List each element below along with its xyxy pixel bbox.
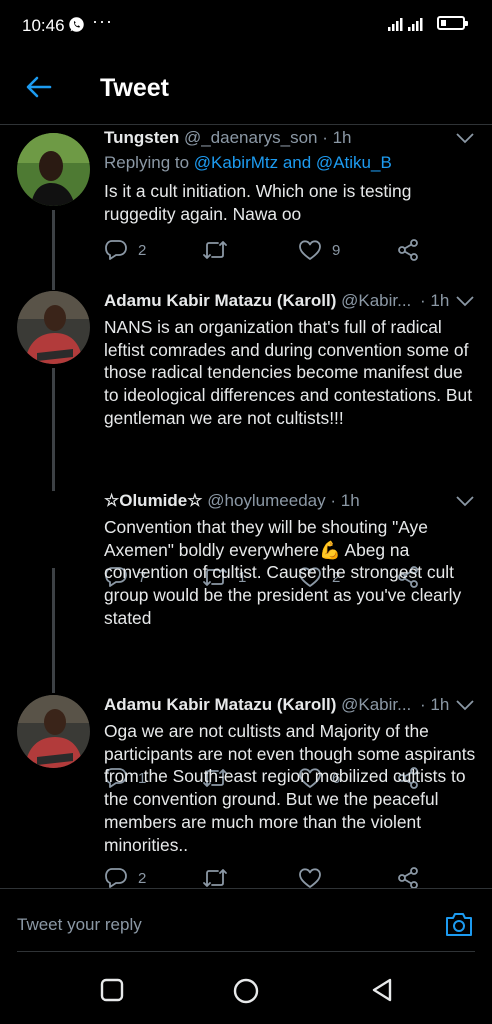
tweet-text: Oga we are not cultists and Majority of … — [104, 721, 476, 855]
reply-icon — [105, 868, 127, 888]
tweet-text: NANS is an organization that's full of r… — [104, 317, 473, 428]
back-arrow-icon[interactable] — [26, 76, 52, 98]
chevron-down-icon[interactable] — [456, 295, 474, 307]
retweet-icon — [203, 869, 227, 887]
avatar[interactable] — [17, 291, 90, 364]
status-bar: 10:46 ··· — [0, 0, 492, 52]
retweet-icon — [203, 241, 227, 259]
replying-to-users[interactable]: @KabirMtz and @Atiku_B — [194, 153, 392, 172]
divider — [17, 951, 475, 952]
thread-line — [52, 568, 55, 693]
avatar[interactable] — [17, 491, 90, 564]
like-button[interactable]: 9 — [298, 238, 340, 262]
avatar[interactable] — [17, 133, 90, 206]
tweet-text: Convention that they will be shouting "A… — [104, 517, 462, 628]
share-button[interactable] — [396, 238, 420, 262]
like-count: 9 — [332, 241, 341, 259]
user-handle: @hoylumeeday — [207, 491, 326, 510]
reply-count: 2 — [138, 869, 147, 887]
reply-count: 2 — [138, 241, 147, 259]
like-button[interactable] — [298, 866, 322, 888]
tweet[interactable]: Adamu Kabir Matazu (Karoll) @Kabir... · … — [0, 291, 492, 493]
reply-icon — [105, 240, 127, 260]
tweet-actions: 2 9 — [104, 238, 434, 262]
tweet-time: · 1h — [330, 491, 360, 510]
whatsapp-icon — [69, 17, 84, 32]
status-more: ··· — [92, 11, 113, 31]
tweet-time: · 1h — [420, 695, 450, 714]
tweet[interactable]: Adamu Kabir Matazu (Karoll) @Kabir... · … — [0, 695, 492, 888]
like-icon — [299, 868, 321, 888]
share-icon — [398, 239, 418, 261]
reply-button[interactable]: 2 — [104, 866, 146, 888]
back-icon[interactable] — [370, 978, 394, 1002]
replying-to: Replying to @KabirMtz and @Atiku_B — [104, 153, 392, 173]
display-name[interactable]: Adamu Kabir Matazu (Karoll) — [104, 291, 336, 310]
retweet-button[interactable] — [202, 866, 228, 888]
user-handle: @Kabir... — [341, 291, 412, 310]
replying-to-label: Replying to — [104, 153, 190, 172]
retweet-button[interactable] — [202, 238, 238, 262]
top-app-bar: Tweet — [0, 52, 492, 125]
battery-icon — [437, 16, 468, 30]
tweet-actions: 2 — [104, 866, 434, 888]
reply-button[interactable]: 2 — [104, 238, 146, 262]
tweet-header: Tungsten @_daenarys_son · 1h — [104, 128, 352, 148]
tweet-header: Adamu Kabir Matazu (Karoll) @Kabir... · … — [104, 291, 449, 311]
chevron-down-icon[interactable] — [456, 495, 474, 507]
display-name[interactable]: ☆Olumide☆ — [104, 491, 203, 510]
tweet[interactable]: ☆Olumide☆ @hoylumeeday · 1h Convention t… — [0, 491, 492, 693]
avatar[interactable] — [17, 695, 90, 768]
thread-line — [52, 368, 55, 493]
user-handle: @Kabir... — [341, 695, 412, 714]
thread-line — [52, 210, 55, 290]
signal-icon — [388, 18, 423, 31]
chevron-down-icon[interactable] — [456, 132, 474, 144]
share-button[interactable] — [396, 866, 420, 888]
share-icon — [398, 867, 418, 888]
reply-input[interactable]: Tweet your reply — [17, 915, 142, 935]
user-handle: @_daenarys_son — [183, 128, 318, 147]
display-name[interactable]: Tungsten — [104, 128, 179, 147]
tweet[interactable]: Tungsten @_daenarys_son · 1h Replying to… — [0, 128, 492, 290]
page-title: Tweet — [100, 74, 169, 102]
tweet-time: · 1h — [420, 291, 450, 310]
display-name[interactable]: Adamu Kabir Matazu (Karoll) — [104, 695, 336, 714]
tweet-header: ☆Olumide☆ @hoylumeeday · 1h — [104, 491, 360, 511]
reply-thread: Tungsten @_daenarys_son · 1h Replying to… — [0, 125, 492, 888]
tweet-text: Is it a cult initiation. Which one is te… — [104, 181, 412, 224]
recents-icon[interactable] — [100, 978, 124, 1002]
tweet-time: · 1h — [322, 128, 352, 147]
status-time: 10:46 — [22, 16, 65, 35]
system-nav-bar — [0, 960, 492, 1024]
camera-icon[interactable] — [445, 911, 473, 937]
like-icon — [299, 240, 321, 260]
tweet-header: Adamu Kabir Matazu (Karoll) @Kabir... · … — [104, 695, 449, 715]
reply-composer: Tweet your reply — [0, 888, 492, 952]
home-icon[interactable] — [233, 978, 259, 1004]
chevron-down-icon[interactable] — [456, 699, 474, 711]
